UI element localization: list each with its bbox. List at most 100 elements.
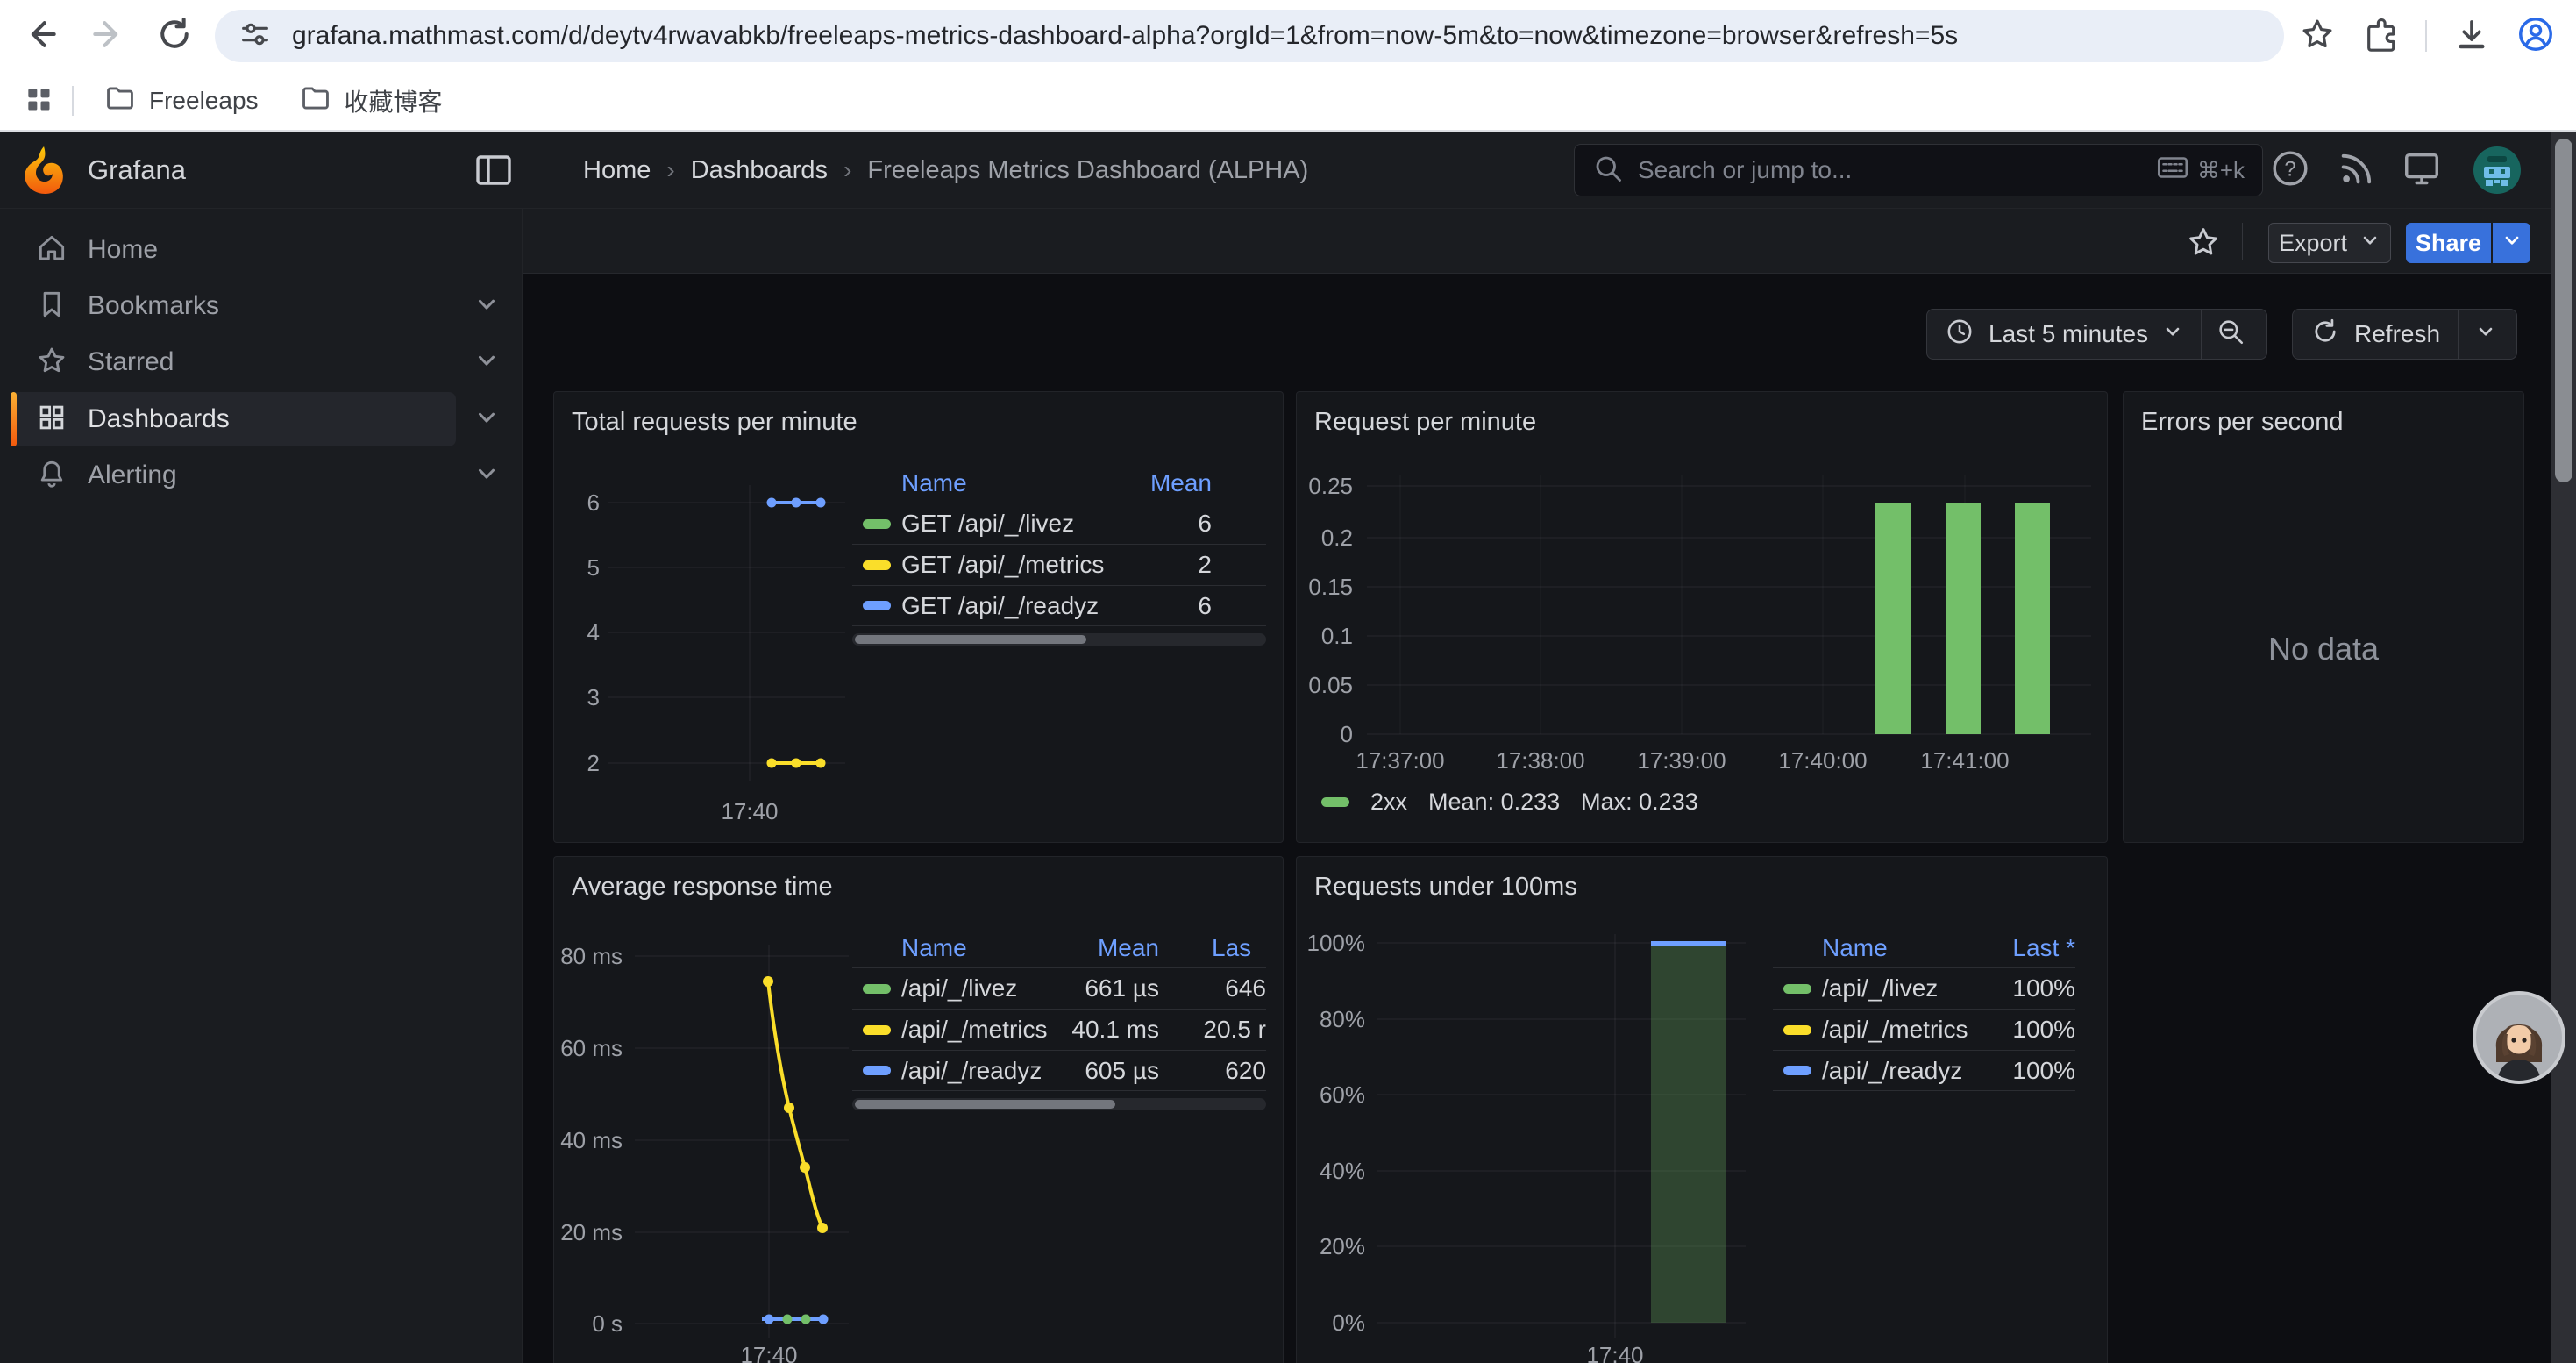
legend-header-name[interactable]: Name <box>1822 934 1888 962</box>
legend-header-last[interactable]: Last * <box>1961 934 2075 962</box>
bookmark-star-icon[interactable] <box>2299 16 2336 57</box>
url-bar[interactable]: grafana.mathmast.com/d/deytv4rwavabkb/fr… <box>215 10 2284 62</box>
legend-scrollbar[interactable] <box>852 633 1266 646</box>
refresh-control: Refresh <box>2292 309 2517 360</box>
legend-row[interactable]: GET /api/_/livez 6 <box>852 503 1266 544</box>
legend-header-name[interactable]: Name <box>901 469 967 497</box>
sidebar: Home Bookmarks Starred Dashboards Alerti… <box>0 209 523 1363</box>
x-axis-tick: 17:40 <box>1562 1341 1668 1363</box>
grafana-brand-label[interactable]: Grafana <box>88 132 186 209</box>
chevron-down-icon <box>2475 320 2496 348</box>
chevron-down-icon[interactable] <box>473 404 500 435</box>
series-color-dash <box>1783 1066 1811 1075</box>
dashboards-grid-icon <box>35 401 68 439</box>
star-icon <box>35 344 68 382</box>
display-button[interactable] <box>2394 142 2450 198</box>
bookmark-folder-blogs[interactable]: 收藏博客 <box>285 75 457 128</box>
browser-back-button[interactable] <box>18 12 65 60</box>
request-per-minute-plot[interactable] <box>1297 392 2108 843</box>
legend-row[interactable]: /api/_/livez 100% <box>1773 967 2075 1009</box>
legend-table: Name Last * /api/_/livez 100% /api/_/met… <box>1773 929 2075 1091</box>
folder-icon <box>103 82 137 121</box>
x-axis-tick: 17:40 <box>697 797 802 825</box>
sidebar-toggle-button[interactable] <box>476 154 511 190</box>
browser-reload-button[interactable] <box>151 12 198 60</box>
panel-title[interactable]: Errors per second <box>2141 408 2344 437</box>
home-icon <box>35 232 68 269</box>
favorite-dashboard-button[interactable] <box>2185 224 2222 265</box>
sidebar-item-starred[interactable]: Starred <box>0 335 523 389</box>
legend-header-last[interactable]: Las <box>1212 934 1266 962</box>
series-color-dash <box>863 984 891 994</box>
search-shortcut: ⌘+k <box>2157 153 2245 188</box>
sidebar-item-bookmarks[interactable]: Bookmarks <box>0 279 523 333</box>
refresh-interval-button[interactable] <box>2459 310 2513 359</box>
chevron-down-icon[interactable] <box>473 347 500 378</box>
legend-table: Name Mean Las /api/_/livez 661 µs 646 /a… <box>852 929 1266 1110</box>
legend-row[interactable]: /api/_/livez 661 µs 646 <box>852 967 1266 1009</box>
legend-row[interactable]: /api/_/metrics 40.1 ms 20.5 r <box>852 1009 1266 1050</box>
breadcrumb-home[interactable]: Home <box>583 156 651 185</box>
extensions-puzzle-icon[interactable] <box>2362 16 2399 57</box>
legend-scrollbar[interactable] <box>852 1098 1266 1110</box>
page-scrollbar-thumb[interactable] <box>2555 139 2572 482</box>
time-range-picker-button[interactable]: Last 5 minutes <box>1927 310 2201 359</box>
profile-icon[interactable] <box>2516 15 2555 58</box>
panel-errors-per-second: Errors per second No data <box>2123 391 2524 843</box>
sidebar-item-label: Starred <box>88 347 174 377</box>
sidebar-item-alerting[interactable]: Alerting <box>0 448 523 503</box>
x-axis-tick: 17:41:00 <box>1895 746 2035 774</box>
bookmarks-bar: Freeleaps 收藏博客 <box>0 72 2576 132</box>
export-button[interactable]: Export <box>2268 223 2391 263</box>
search-input[interactable]: Search or jump to... ⌘+k <box>1574 144 2263 196</box>
svg-text:?: ? <box>2284 157 2295 181</box>
legend-row[interactable]: GET /api/_/readyz 6 <box>852 585 1266 626</box>
browser-toolbar-actions <box>2299 12 2576 60</box>
floating-assistant-avatar[interactable] <box>2470 988 2568 1091</box>
news-button[interactable] <box>2329 142 2385 198</box>
star-outline-icon <box>2185 249 2222 264</box>
tune-icon[interactable] <box>238 17 273 56</box>
sidebar-item-label: Home <box>88 235 158 265</box>
x-axis-tick: 17:39:00 <box>1612 746 1752 774</box>
sidebar-item-home[interactable]: Home <box>0 223 523 277</box>
folder-icon <box>299 82 332 121</box>
x-axis-tick: 17:40 <box>716 1341 822 1363</box>
legend-row[interactable]: /api/_/readyz 605 µs 620 <box>852 1050 1266 1091</box>
user-avatar[interactable] <box>2473 146 2521 198</box>
sidebar-item-dashboards[interactable]: Dashboards <box>0 392 523 446</box>
chevron-down-icon[interactable] <box>473 291 500 322</box>
x-axis-tick: 17:40:00 <box>1753 746 1893 774</box>
legend-max-value: Max: 0.233 <box>1581 789 1698 816</box>
refresh-button[interactable]: Refresh <box>2293 310 2458 359</box>
grafana-logo[interactable] <box>21 146 65 198</box>
legend-scrollbar-thumb[interactable] <box>855 635 1086 644</box>
url-text: grafana.mathmast.com/d/deytv4rwavabkb/fr… <box>292 21 1958 51</box>
bookmark-folder-freeleaps[interactable]: Freeleaps <box>89 75 273 128</box>
zoom-out-time-button[interactable] <box>2202 310 2259 359</box>
legend-header-mean[interactable]: Mean <box>1080 469 1212 497</box>
search-icon <box>1592 153 1624 189</box>
legend-header-name[interactable]: Name <box>901 934 967 962</box>
help-button[interactable]: ? <box>2262 142 2318 198</box>
apps-grid-icon[interactable] <box>21 82 56 121</box>
bookmark-ribbon-icon <box>35 288 68 325</box>
series-color-dash <box>863 560 891 570</box>
sidebar-item-label: Bookmarks <box>88 291 219 321</box>
chevron-down-icon[interactable] <box>473 460 500 491</box>
browser-forward-button[interactable] <box>84 12 132 60</box>
legend-series-label[interactable]: 2xx <box>1370 789 1407 816</box>
legend-row[interactable]: /api/_/readyz 100% <box>1773 1050 2075 1091</box>
dashboard-actions-bar <box>523 209 2551 274</box>
clock-icon <box>1945 317 1975 353</box>
share-button[interactable]: Share <box>2406 223 2491 263</box>
breadcrumb-dashboards[interactable]: Dashboards <box>691 156 828 185</box>
legend-row[interactable]: /api/_/metrics 100% <box>1773 1009 2075 1050</box>
legend-header-mean[interactable]: Mean <box>1028 934 1159 962</box>
downloads-icon[interactable] <box>2453 16 2490 57</box>
share-menu-button[interactable] <box>2493 223 2530 263</box>
legend-row[interactable]: GET /api/_/metrics 2 <box>852 544 1266 585</box>
series-color-dash <box>1783 984 1811 994</box>
time-range-control: Last 5 minutes <box>1926 309 2267 360</box>
legend-scrollbar-thumb[interactable] <box>855 1100 1115 1109</box>
